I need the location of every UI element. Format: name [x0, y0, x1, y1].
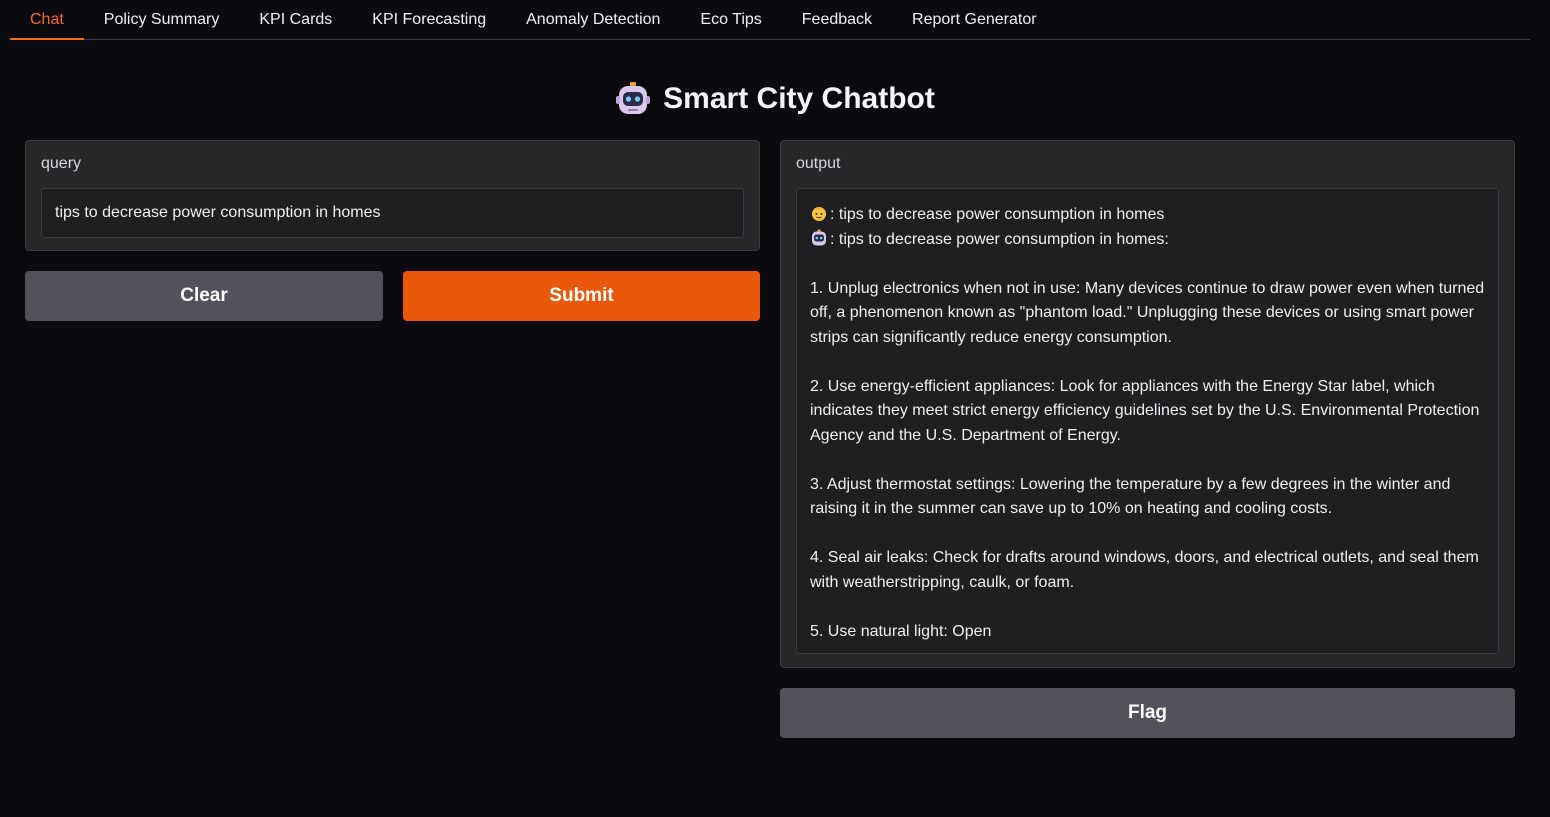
user-message-text: : tips to decrease power consumption in …: [830, 206, 1165, 223]
output-label: output: [796, 155, 841, 172]
submit-button[interactable]: Submit: [403, 271, 760, 321]
query-panel: query: [25, 140, 760, 251]
query-input[interactable]: [41, 188, 744, 238]
bot-message: : tips to decrease power consumption in …: [810, 228, 1485, 253]
tab-eco-tips[interactable]: Eco Tips: [680, 0, 781, 39]
bot-message-text: : tips to decrease power consumption in …: [830, 230, 1169, 248]
flag-button[interactable]: Flag: [780, 688, 1515, 738]
tab-report-generator[interactable]: Report Generator: [892, 0, 1057, 39]
tab-policy-summary[interactable]: Policy Summary: [84, 0, 240, 39]
robot-icon: [615, 81, 651, 117]
output-panel: output : tips to decrease power consumpt…: [780, 140, 1515, 668]
tab-kpi-cards[interactable]: KPI Cards: [239, 0, 352, 39]
tip-item: 4. Seal air leaks: Check for drafts arou…: [810, 549, 1484, 591]
tab-kpi-forecasting[interactable]: KPI Forecasting: [352, 0, 506, 39]
user-message: : tips to decrease power consumption in …: [810, 203, 1485, 228]
tip-item: 2. Use energy-efficient appliances: Look…: [810, 377, 1483, 444]
tip-item: 1. Unplug electronics when not in use: M…: [810, 279, 1489, 346]
tab-feedback[interactable]: Feedback: [782, 0, 892, 39]
page-title: Smart City Chatbot: [663, 82, 935, 115]
page-header: Smart City Chatbot: [0, 78, 1550, 120]
tip-item: 5. Use natural light: Open: [810, 622, 992, 640]
tab-anomaly-detection[interactable]: Anomaly Detection: [506, 0, 680, 39]
tab-chat[interactable]: Chat: [10, 0, 84, 40]
tab-bar: Chat Policy Summary KPI Cards KPI Foreca…: [10, 0, 1530, 40]
tip-item: 3. Adjust thermostat settings: Lowering …: [810, 475, 1455, 518]
output-textbox[interactable]: : tips to decrease power consumption in …: [796, 188, 1499, 654]
clear-button[interactable]: Clear: [25, 271, 383, 321]
query-label: query: [41, 155, 82, 172]
robot-icon: [810, 229, 828, 247]
person-icon: [810, 204, 828, 222]
